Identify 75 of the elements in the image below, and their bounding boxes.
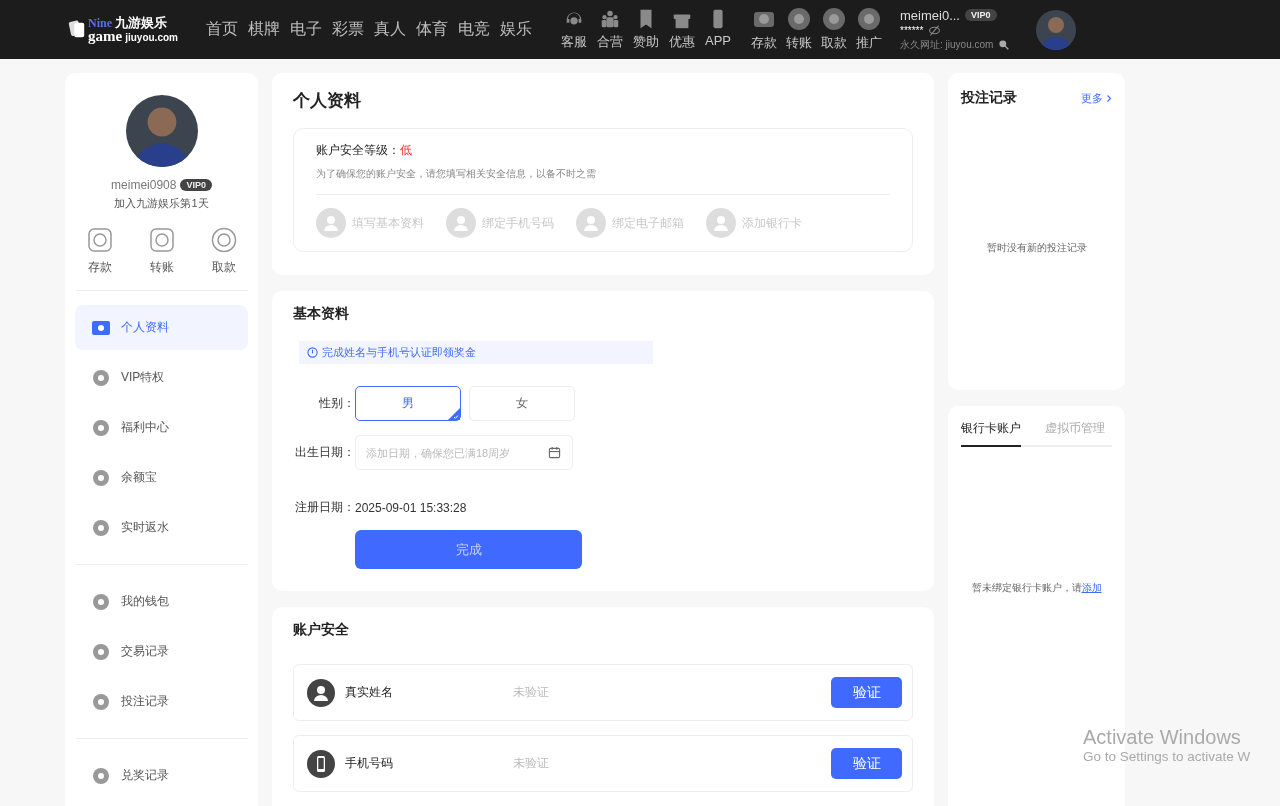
header-link[interactable]: 合营 xyxy=(597,8,623,51)
header-link[interactable]: 客服 xyxy=(561,8,587,51)
security-item-name: 真实姓名 xyxy=(345,684,394,701)
notice-text: 完成姓名与手机号认证即领奖金 xyxy=(322,345,476,360)
gender-option[interactable]: 女 xyxy=(469,386,575,421)
header-link[interactable]: APP xyxy=(705,8,731,51)
security-level: 低 xyxy=(400,143,412,157)
chevron-right-icon xyxy=(1106,93,1112,103)
activation-title: Activate Windows xyxy=(1083,726,1242,749)
check-corner-icon xyxy=(448,408,460,420)
quick-action[interactable]: 转账 xyxy=(148,227,175,276)
vip-badge: VIP0 xyxy=(965,9,997,21)
empty-message: 暂未绑定银行卡账户，请添加 xyxy=(970,581,1103,595)
nav-link[interactable]: 棋牌 xyxy=(248,19,280,40)
header-link[interactable]: 转账 xyxy=(786,7,812,52)
people-icon xyxy=(599,8,621,30)
sidebar-item[interactable]: 我的钱包 xyxy=(75,579,248,624)
username: meimei0... xyxy=(900,7,960,23)
nav-link[interactable]: 电竞 xyxy=(458,19,490,40)
sidebar-item[interactable]: VIP特权 xyxy=(75,355,248,400)
search-icon[interactable] xyxy=(998,39,1010,50)
eye-off-icon[interactable] xyxy=(928,23,942,37)
header-link[interactable]: 赞助 xyxy=(633,8,659,51)
card-title: 账户安全 xyxy=(293,621,350,639)
security-description: 为了确保您的账户安全，请您填写相关安全信息，以备不时之需 xyxy=(316,167,890,195)
field-label: 注册日期： xyxy=(294,499,355,516)
header-link[interactable]: 存款 xyxy=(751,7,777,52)
nav-link[interactable]: 娱乐 xyxy=(500,19,532,40)
verify-button[interactable]: 验证 xyxy=(831,748,902,779)
card-title: 个人资料 xyxy=(293,90,362,112)
site-address: 永久网址: jiuyou.com xyxy=(900,37,994,52)
nav-link[interactable]: 电子 xyxy=(290,19,322,40)
nav-link[interactable]: 首页 xyxy=(206,19,238,40)
sidebar-item[interactable]: 个人资料 xyxy=(75,305,248,350)
more-link[interactable]: 更多 xyxy=(1081,90,1112,106)
verification-status: 未验证 xyxy=(513,755,550,772)
vip-badge: VIP0 xyxy=(180,179,212,191)
add-link[interactable]: 添加 xyxy=(1081,582,1102,593)
sidebar-item[interactable]: 余额宝 xyxy=(75,455,248,500)
avatar[interactable] xyxy=(1036,9,1076,50)
field-label: 出生日期： xyxy=(294,444,355,461)
verification-status: 未验证 xyxy=(513,684,550,701)
activation-subtitle: Go to Settings to activate W xyxy=(1083,749,1252,764)
registration-date: 2025-09-01 15:33:28 xyxy=(355,500,467,515)
username: meimei0908 xyxy=(111,178,177,192)
user-icon xyxy=(316,208,346,238)
logo[interactable]: Nine 九游娱乐 game jiuyou.com xyxy=(68,15,190,44)
sidebar-item[interactable]: 福利中心 xyxy=(75,405,248,450)
info-icon xyxy=(307,347,318,358)
sidebar-item[interactable]: 兑奖记录 xyxy=(75,753,248,798)
quick-action[interactable]: 存款 xyxy=(86,227,113,276)
nav-link[interactable]: 彩票 xyxy=(332,19,364,40)
quick-action[interactable]: 取款 xyxy=(210,227,237,276)
calendar-icon xyxy=(548,446,561,459)
sidebar-item[interactable]: 实时返水 xyxy=(75,505,248,550)
user-icon xyxy=(307,678,335,707)
join-days: 加入九游娱乐第1天 xyxy=(114,196,209,211)
sidebar-item[interactable]: 交易记录 xyxy=(75,629,248,674)
sidebar-item[interactable]: 投注记录 xyxy=(75,679,248,724)
header-link[interactable]: 取款 xyxy=(821,7,847,52)
verify-button[interactable]: 验证 xyxy=(831,677,902,708)
security-item-name: 手机号码 xyxy=(345,755,394,772)
header-link[interactable]: 推广 xyxy=(856,7,882,52)
gender-option[interactable]: 男 xyxy=(355,386,461,421)
security-label: 账户安全等级： xyxy=(316,143,400,157)
tab[interactable]: 银行卡账户 xyxy=(961,420,1021,447)
card-title: 投注记录 xyxy=(961,89,1017,107)
balance: ****** xyxy=(900,24,924,36)
header-link[interactable]: 优惠 xyxy=(669,8,695,51)
nav-link[interactable]: 体育 xyxy=(416,19,448,40)
card-title: 基本资料 xyxy=(293,305,350,323)
empty-message: 暂时没有新的投注记录 xyxy=(985,241,1088,255)
field-label: 性别： xyxy=(318,395,355,412)
nav-link[interactable]: 真人 xyxy=(374,19,406,40)
date-field[interactable]: 添加日期，确保您已满18周岁 xyxy=(355,435,573,470)
